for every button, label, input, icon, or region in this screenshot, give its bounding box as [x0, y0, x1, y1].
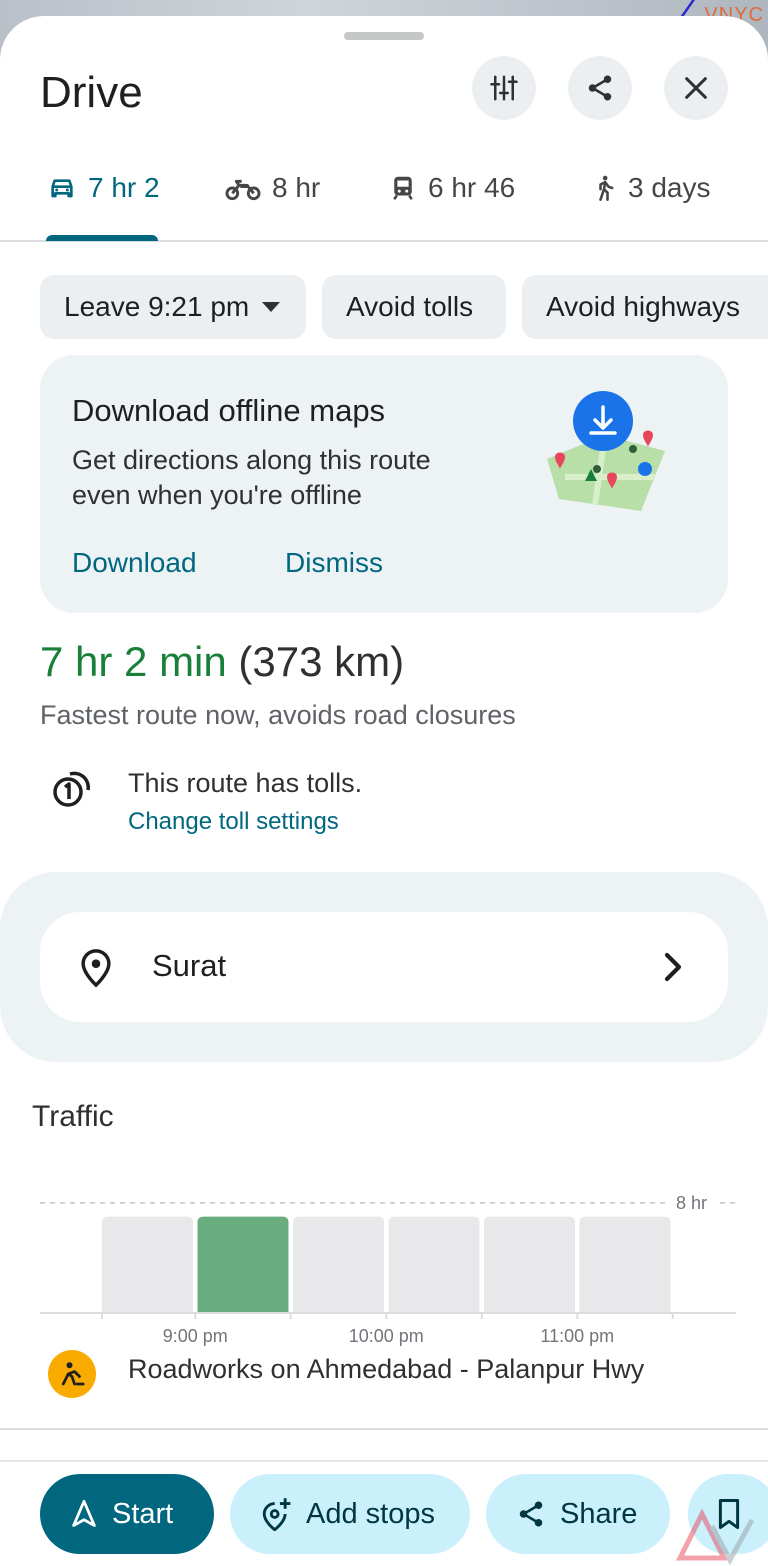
sliders-icon — [490, 75, 518, 101]
avoid-tolls-label: Avoid tolls — [346, 291, 474, 322]
change-toll-settings-link[interactable]: Change toll settings — [128, 808, 339, 836]
navigation-arrow-icon — [72, 1499, 96, 1527]
download-link[interactable]: Download — [72, 547, 197, 579]
close-icon — [685, 77, 707, 99]
share-label: Share — [560, 1497, 638, 1530]
share-button[interactable]: Share — [486, 1474, 670, 1554]
start-label: Start — [112, 1497, 174, 1530]
destination-card[interactable]: Surat — [40, 912, 728, 1022]
walk-icon — [599, 175, 614, 201]
share-route-button[interactable] — [568, 56, 632, 120]
traffic-heading: Traffic — [32, 1100, 114, 1133]
traffic-incident[interactable]: Roadworks on Ahmedabad - Palanpur Hwy — [128, 1354, 644, 1385]
motorcycle-icon — [225, 179, 261, 201]
dismiss-link[interactable]: Dismiss — [285, 547, 383, 579]
share-icon — [519, 1501, 543, 1527]
tab-drive-label: 7 hr 2 — [88, 172, 160, 203]
travel-mode-tabs: 7 hr 2 8 hr 6 hr 46 3 days — [0, 146, 768, 242]
close-button[interactable] — [664, 56, 728, 120]
tab-drive[interactable]: 7 hr 2 — [46, 166, 160, 210]
tab-transit[interactable]: 6 hr 46 — [388, 166, 515, 210]
share-icon — [588, 75, 612, 101]
options-button[interactable] — [472, 56, 536, 120]
toll-notice: This route has tolls. — [128, 768, 363, 798]
traffic-bar — [197, 1216, 289, 1313]
car-icon — [51, 179, 73, 198]
tab-walk-label: 3 days — [628, 172, 711, 203]
traffic-bar — [388, 1216, 480, 1313]
destination-section: Surat — [0, 872, 768, 1062]
tab-motorcycle-label: 8 hr — [272, 172, 321, 203]
traffic-bar — [293, 1216, 384, 1313]
traffic-bar — [484, 1216, 575, 1313]
offline-card-body: Get directions along this route even whe… — [72, 445, 431, 510]
add-stops-button[interactable]: Add stops — [230, 1474, 470, 1554]
tab-walk[interactable]: 3 days — [590, 166, 711, 210]
route-distance: (373 km) — [238, 638, 405, 685]
worker-icon — [61, 1362, 85, 1386]
traffic-chart: 8 hr 9:00 pm 10:00 pm 11:00 pm — [40, 1193, 736, 1346]
avoid-highways-label: Avoid highways — [546, 291, 741, 322]
avoid-highways-chip[interactable]: Avoid highways — [522, 275, 768, 339]
destination-name: Surat — [152, 948, 227, 983]
tab-motorcycle[interactable]: 8 hr — [224, 166, 320, 210]
location-pin-icon — [81, 949, 111, 988]
leave-time-chip[interactable]: Leave 9:21 pm — [40, 275, 306, 339]
directions-sheet: Drive 7 hr 2 8 hr 6 hr 46 3 days Leave 9… — [0, 16, 768, 1566]
offline-maps-card: Download offline maps Get directions alo… — [40, 355, 728, 613]
add-stops-label: Add stops — [306, 1497, 435, 1530]
divider — [0, 1428, 768, 1430]
tab-transit-label: 6 hr 46 — [428, 172, 516, 203]
drag-handle[interactable] — [344, 32, 424, 40]
route-summary: 7 hr 2 min (373 km) — [40, 638, 404, 686]
offline-card-title: Download offline maps — [72, 393, 386, 428]
toll-icon — [53, 771, 90, 807]
active-tab-indicator — [46, 235, 158, 241]
leave-time-label: Leave 9:21 pm — [64, 291, 250, 322]
transit-icon — [393, 176, 413, 200]
route-description: Fastest route now, avoids road closures — [40, 700, 516, 730]
x-tick-label: 10:00 pm — [349, 1326, 424, 1346]
route-duration: 7 hr 2 min — [40, 638, 227, 685]
roadworks-icon — [48, 1350, 96, 1398]
x-tick-label: 9:00 pm — [163, 1326, 228, 1346]
reference-line-label: 8 hr — [676, 1193, 707, 1213]
traffic-bar — [579, 1216, 671, 1313]
traffic-bar — [102, 1216, 193, 1313]
avoid-tolls-chip[interactable]: Avoid tolls — [322, 275, 506, 339]
divider — [0, 1460, 768, 1462]
x-tick-label: 11:00 pm — [540, 1326, 614, 1346]
watermark-logo — [676, 1508, 755, 1566]
start-button[interactable]: Start — [40, 1474, 214, 1554]
offline-map-illustration — [547, 391, 665, 511]
add-location-icon — [262, 1498, 291, 1531]
caret-down-icon — [262, 302, 281, 312]
page-title: Drive — [40, 68, 143, 117]
chevron-right-icon — [664, 952, 682, 982]
